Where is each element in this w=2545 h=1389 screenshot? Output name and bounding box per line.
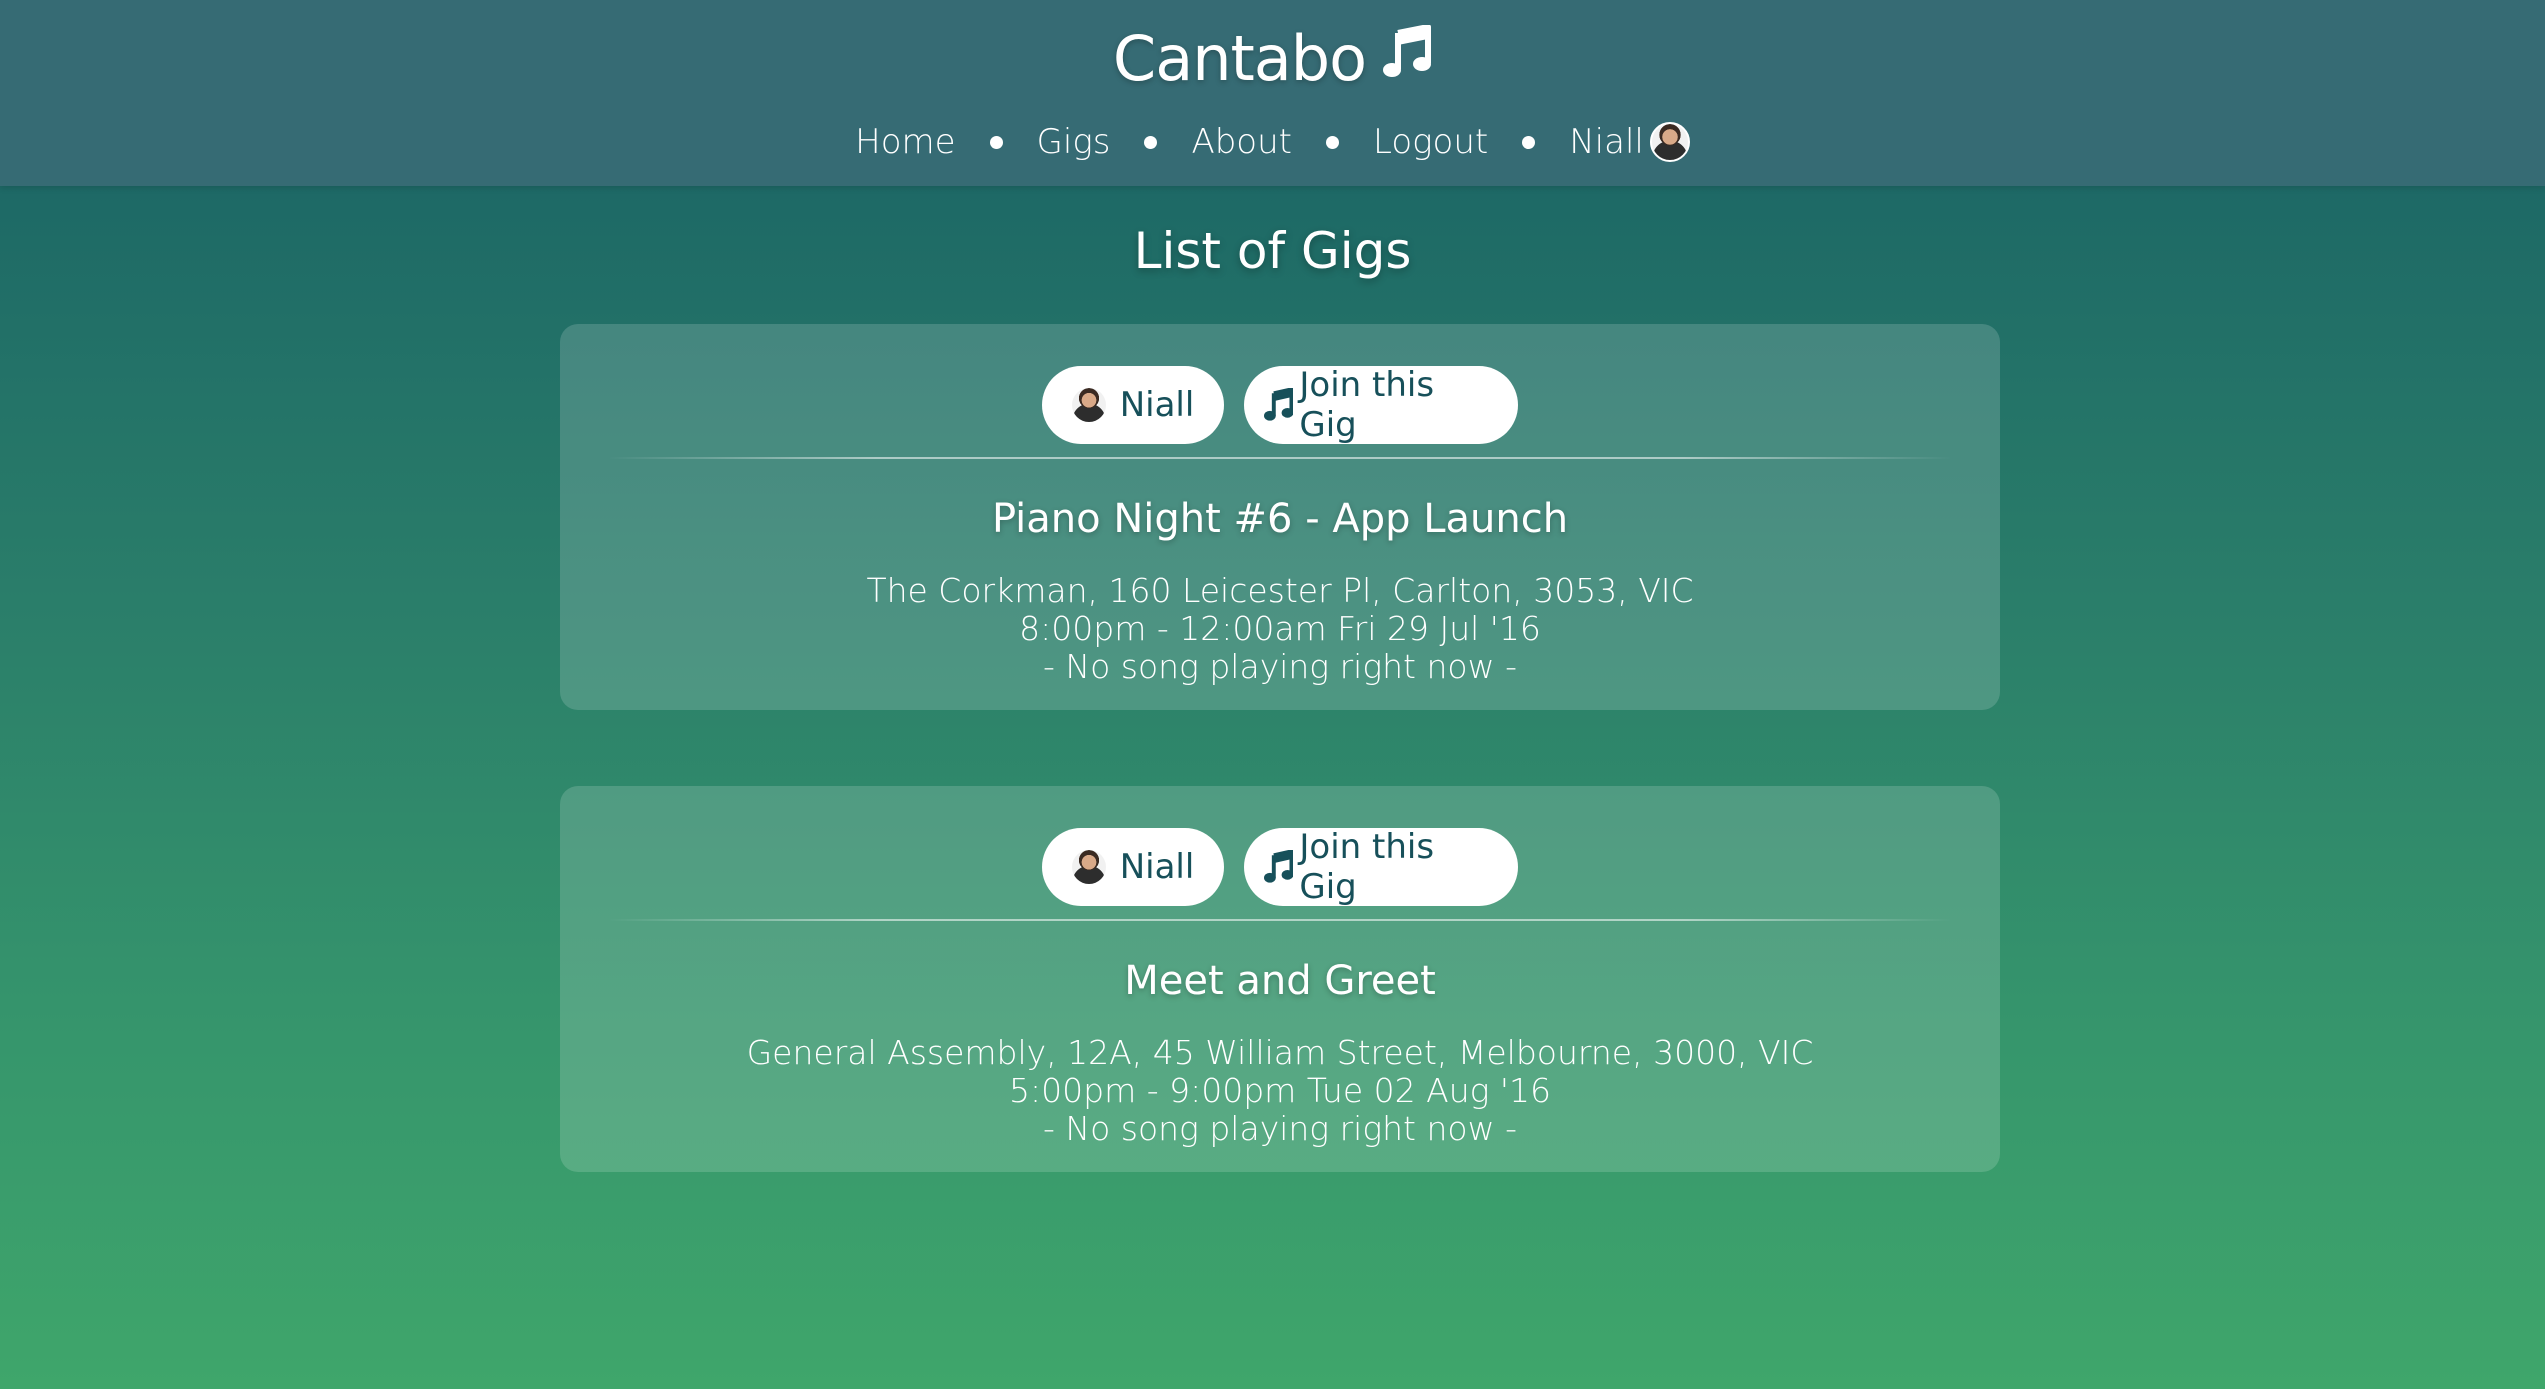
nav-about-link[interactable]: About <box>1191 122 1292 162</box>
join-gig-button[interactable]: Join this Gig <box>1244 827 1518 907</box>
nav-home-link[interactable]: Home <box>855 122 955 162</box>
music-note-icon <box>1264 388 1294 421</box>
host-name: Niall <box>1119 847 1195 887</box>
music-note-icon <box>1264 850 1294 883</box>
nav-separator <box>1522 135 1536 149</box>
host-name: Niall <box>1119 385 1195 425</box>
gig-card: Niall Join this Gig Meet and Greet Gener… <box>560 786 2000 1172</box>
join-gig-label: Join this Gig <box>1299 365 1435 445</box>
nav-separator <box>1326 135 1339 149</box>
gig-host-button[interactable]: Niall <box>1042 828 1224 906</box>
main-nav: Home Gigs About Logout Niall <box>0 122 2545 162</box>
gig-now-playing: - No song playing right now - <box>1043 1109 1517 1148</box>
nav-user-name[interactable]: Niall <box>1569 122 1644 162</box>
app-title[interactable]: Cantabo <box>1113 22 1367 95</box>
host-avatar <box>1071 388 1106 422</box>
card-divider <box>608 919 1952 921</box>
nav-user-profile[interactable]: Niall <box>1569 122 1690 162</box>
gig-actions: Niall Join this Gig <box>560 827 2000 907</box>
nav-separator <box>989 135 1003 149</box>
gig-details: General Assembly, 12A, 45 William Street… <box>560 1034 2000 1148</box>
nav-gigs-link[interactable]: Gigs <box>1037 122 1111 162</box>
gig-time: 8:00pm - 12:00am Fri 29 Jul '16 <box>1019 609 1541 648</box>
gig-details: The Corkman, 160 Leicester Pl, Carlton, … <box>560 572 2000 686</box>
gig-actions: Niall Join this Gig <box>560 365 2000 445</box>
join-gig-label: Join this Gig <box>1299 827 1435 907</box>
gig-card: Niall Join this Gig Piano Night #6 - App… <box>560 324 2000 710</box>
card-divider <box>608 457 1952 459</box>
join-gig-button[interactable]: Join this Gig <box>1244 365 1518 445</box>
gig-host-button[interactable]: Niall <box>1042 366 1224 444</box>
gig-location: The Corkman, 160 Leicester Pl, Carlton, … <box>866 571 1694 610</box>
gig-location: General Assembly, 12A, 45 William Street… <box>746 1033 1814 1072</box>
user-avatar[interactable] <box>1649 122 1690 162</box>
site-header: Cantabo Home Gigs About Logout Niall <box>0 0 2545 186</box>
gig-title: Piano Night #6 - App Launch <box>991 496 1569 542</box>
nav-logout-link[interactable]: Logout <box>1373 122 1488 162</box>
nav-separator <box>1144 135 1158 149</box>
host-avatar <box>1071 850 1106 884</box>
gig-title: Meet and Greet <box>1124 958 1436 1004</box>
brand[interactable]: Cantabo <box>0 22 2545 95</box>
page-title: List of Gigs <box>1133 222 1412 280</box>
gig-now-playing: - No song playing right now - <box>1043 647 1517 686</box>
gig-time: 5:00pm - 9:00pm Tue 02 Aug '16 <box>1009 1071 1551 1110</box>
music-note-icon <box>1383 24 1432 77</box>
